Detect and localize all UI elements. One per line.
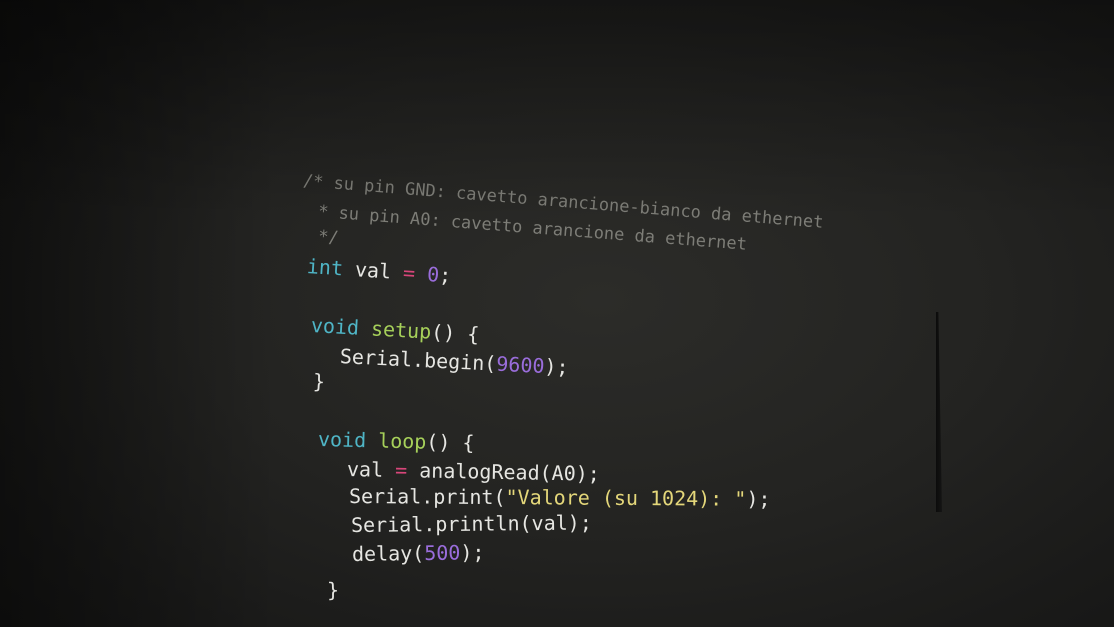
variable-declaration: int val = 0; xyxy=(306,254,452,288)
loop-println-line: Serial.println(val); xyxy=(350,510,592,537)
loop-close-brace: } xyxy=(326,577,340,602)
serial-begin-call: Serial.begin( xyxy=(339,344,497,376)
setup-function-name: setup xyxy=(370,316,432,344)
delay-value: 500 xyxy=(424,540,461,565)
analogread-call: analogRead(A0); xyxy=(406,458,601,486)
projected-code-listing: /* su pin GND: cavetto arancione-bianco … xyxy=(0,0,1114,627)
baud-rate-value: 9600 xyxy=(495,351,546,378)
semicolon: ; xyxy=(438,262,453,288)
comment-line-3: */ xyxy=(307,226,340,249)
delay-call: delay( xyxy=(351,540,425,566)
loop-signature: void loop() { xyxy=(318,427,475,455)
void-keyword: void xyxy=(317,427,367,453)
serial-begin-close: ); xyxy=(543,354,570,380)
loop-delay-line: delay(500); xyxy=(352,540,485,566)
delay-close: ); xyxy=(460,540,485,565)
setup-signature: void setup() { xyxy=(310,313,480,346)
loop-paren: () { xyxy=(426,429,475,455)
loop-analogread-line: val = analogRead(A0); xyxy=(347,457,600,486)
val-target: val xyxy=(346,457,396,482)
setup-paren: () { xyxy=(430,319,481,347)
print-string-literal: "Valore (su 1024): " xyxy=(505,485,747,511)
variable-name: val xyxy=(342,256,404,285)
setup-close-brace: } xyxy=(312,369,326,394)
void-keyword: void xyxy=(310,313,360,340)
loop-print-line: Serial.print("Valore (su 1024): "); xyxy=(349,484,771,511)
setup-body-line: Serial.begin(9600); xyxy=(339,344,569,379)
loop-function-name: loop xyxy=(377,428,427,454)
type-keyword: int xyxy=(306,254,344,281)
assign-operator: = xyxy=(394,457,408,483)
serial-print-close: ); xyxy=(746,486,771,511)
serial-print-call: Serial.print( xyxy=(348,484,506,510)
